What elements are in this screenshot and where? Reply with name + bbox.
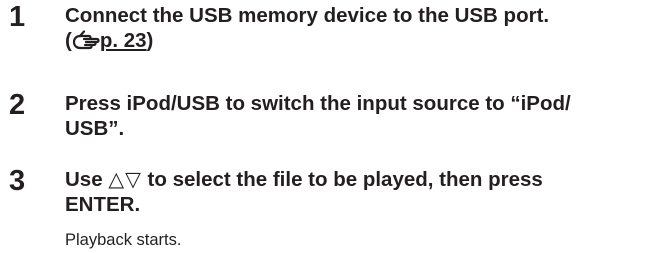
up-down-cursor-icon: △▽ [108,168,142,191]
step-instruction: Use △▽ to select the file to be played, … [65,167,656,217]
step-number: 1 [9,1,26,33]
step-number: 3 [9,165,26,197]
step-instruction-line: ENTER. [65,193,141,216]
page-reference: ( p. 23) [65,28,656,53]
step-1: 1 Connect the USB memory device to the U… [0,2,664,72]
step-instruction-line: Use △▽ to select the file to be played, … [65,167,656,192]
reference-open-paren: ( [65,29,72,52]
step-3: 3 Use △▽ to select the file to be played… [0,166,664,253]
step-text: Use [65,168,109,191]
step-instruction: Connect the USB memory device to the USB… [65,3,656,53]
page-reference-text: p. 23 [99,29,147,52]
step-note: Playback starts. [65,231,182,249]
step-instruction-line: Press iPod/USB to switch the input sourc… [65,92,571,115]
reference-hand-icon [72,30,100,50]
reference-close-paren: ) [146,29,154,52]
page-reference-link[interactable]: p. 23 [72,29,147,52]
step-number: 2 [9,89,26,121]
step-instruction-line: USB”. [65,117,125,140]
step-2: 2 Press iPod/USB to switch the input sou… [0,90,664,150]
step-instruction: Press iPod/USB to switch the input sourc… [65,91,656,141]
step-instruction-line: Connect the USB memory device to the USB… [65,4,550,27]
step-text: to select the file to be played, then pr… [141,168,543,191]
